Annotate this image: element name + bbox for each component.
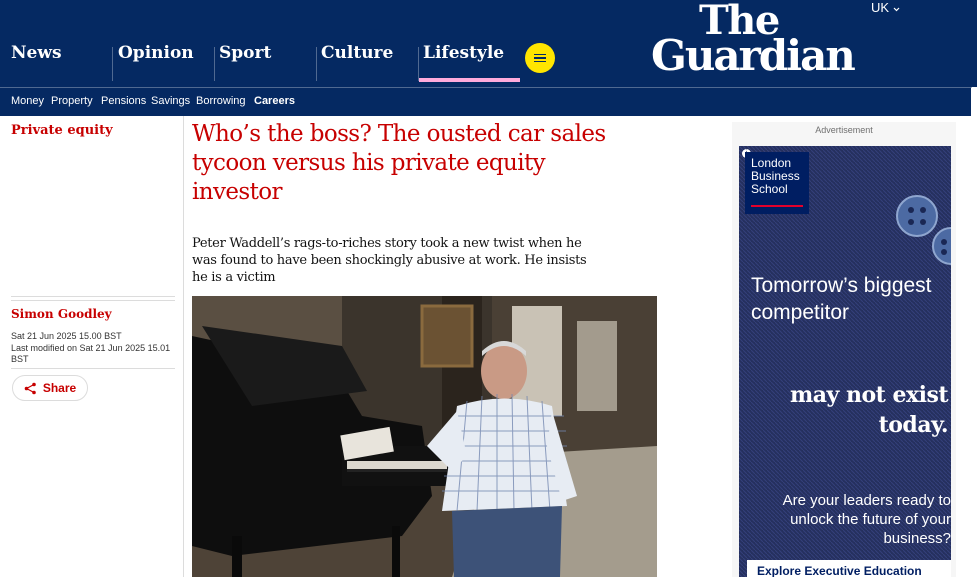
subnav-item-property[interactable]: Property	[51, 95, 93, 107]
modified-date: Last modified on Sat 21 Jun 2025 15.01 B…	[11, 343, 171, 364]
lbs-logo: London Business School	[745, 152, 809, 214]
article-meta-column: Private equity Simon Goodley Sat 21 Jun …	[0, 116, 184, 577]
masthead: News Opinion Sport Culture Lifestyle UK …	[0, 0, 977, 87]
logo-bar	[751, 205, 803, 207]
nav-divider	[418, 47, 419, 81]
nav-divider	[112, 47, 113, 81]
advertisement[interactable]: i London Business School Tomorrow’s bigg…	[739, 146, 951, 577]
article-standfirst: Peter Waddell’s rags-to-riches story too…	[192, 236, 587, 285]
subnav-item-pensions[interactable]: Pensions	[101, 95, 146, 107]
nav-divider	[214, 47, 215, 81]
menu-icon	[534, 53, 546, 63]
logo-line-2: Guardian	[651, 31, 856, 80]
subnav-item-savings[interactable]: Savings	[151, 95, 190, 107]
published-date: Sat 21 Jun 2025 15.00 BST	[11, 331, 122, 341]
subnav-item-borrowing[interactable]: Borrowing	[196, 95, 246, 107]
menu-button[interactable]	[525, 43, 555, 73]
section-tag[interactable]: Private equity	[11, 123, 113, 138]
share-label: Share	[42, 381, 77, 395]
subnav-item-money[interactable]: Money	[11, 95, 44, 107]
ad-body: Are your leaders ready to unlock the fut…	[782, 492, 951, 547]
nav-pillar-label: Opinion	[118, 43, 194, 63]
ad-brand: London Business School	[751, 156, 800, 196]
divider	[11, 368, 175, 369]
active-pillar-indicator	[419, 78, 520, 82]
chevron-down-icon	[893, 7, 900, 11]
byline-author[interactable]: Simon Goodley	[11, 307, 112, 321]
nav-pillar-label: Culture	[321, 43, 394, 63]
edition-selector[interactable]: UK	[871, 0, 900, 15]
nav-pillar-label: Sport	[219, 43, 272, 63]
article-main-image	[192, 296, 657, 577]
article-headline: Who’s the boss? The ousted car sales tyc…	[192, 121, 606, 205]
share-icon	[24, 382, 36, 394]
ad-headline-2: may not exist today.	[790, 382, 948, 438]
share-button[interactable]: Share	[12, 375, 88, 401]
edition-label: UK	[871, 0, 890, 15]
ad-headline-1: Tomorrow’s biggest competitor	[751, 274, 932, 324]
ad-cta-button[interactable]: Explore Executive Education	[747, 560, 951, 577]
subnav-item-careers[interactable]: Careers	[254, 95, 295, 107]
ad-label: Advertisement	[815, 125, 873, 135]
sub-navigation: Money Property Pensions Savings Borrowin…	[0, 87, 972, 116]
nav-pillar-label: News	[11, 43, 62, 63]
nav-divider	[316, 47, 317, 81]
divider	[11, 300, 175, 301]
nav-pillar-label: Lifestyle	[423, 43, 505, 63]
divider	[11, 296, 175, 297]
